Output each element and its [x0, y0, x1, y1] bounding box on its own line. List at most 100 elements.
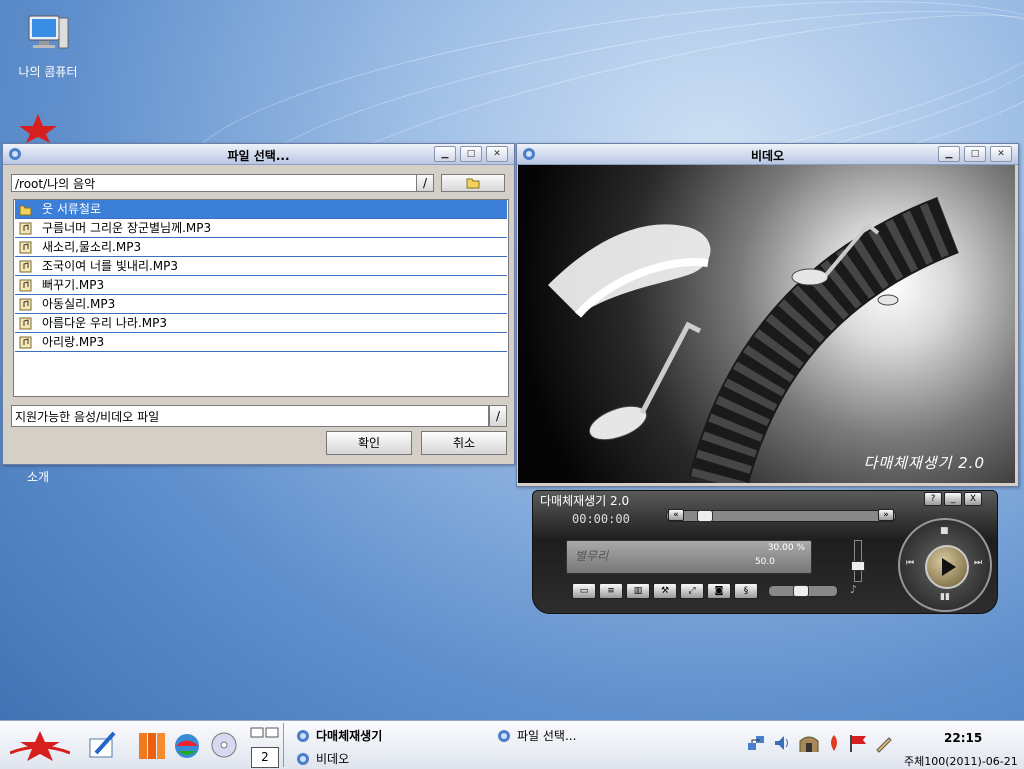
- close-icon: ✕: [493, 149, 501, 159]
- launcher-office[interactable]: [136, 729, 168, 764]
- list-item[interactable]: 아동실리.MP3: [15, 295, 507, 314]
- progress-percent: 30.00 %: [767, 543, 805, 553]
- video-window: 비데오 ▁ □ ✕ 다매체재생기 2.0: [516, 143, 1019, 487]
- rewind-button[interactable]: «: [668, 509, 684, 521]
- seek-bar[interactable]: [666, 510, 896, 522]
- audio-file-icon: [19, 298, 32, 310]
- audio-file-icon: [19, 336, 32, 348]
- red-star-icon: [9, 731, 71, 761]
- playlist-icon: ≡: [607, 586, 615, 596]
- player-minimize-button[interactable]: _: [944, 492, 962, 506]
- maximize-icon: □: [970, 149, 980, 159]
- pause-icon: ▮▮: [940, 592, 950, 602]
- flame-icon[interactable]: [826, 733, 842, 753]
- wrench-icon: ⚒: [660, 586, 670, 596]
- desktop-icon-intro-label-box: 소개: [0, 468, 83, 485]
- play-icon: [942, 558, 956, 576]
- list-item[interactable]: 아름다운 우리 나라.MP3: [15, 314, 507, 333]
- media-player: 다매체재생기 2.0 ? _ X 00:00:00 « » 별무리 30.00 …: [532, 490, 998, 614]
- close-icon: ✕: [997, 149, 1005, 159]
- filter-dropdown-button[interactable]: /: [489, 405, 507, 427]
- skin-button[interactable]: §: [734, 583, 758, 599]
- fast-forward-button[interactable]: »: [878, 509, 894, 521]
- player-close-button[interactable]: X: [964, 492, 982, 506]
- file-dialog-titlebar[interactable]: 파일 선택... ▁ □ ✕: [3, 144, 514, 165]
- globe-icon: [175, 734, 199, 758]
- launcher-editor[interactable]: [86, 729, 118, 764]
- close-button[interactable]: ✕: [990, 146, 1012, 162]
- pause-button[interactable]: ▮▮: [940, 592, 950, 602]
- equalizer-button[interactable]: ▥: [626, 583, 650, 599]
- task-media-player[interactable]: 다매체재생기: [296, 727, 382, 744]
- volume-handle[interactable]: [793, 585, 809, 597]
- volume-icon[interactable]: [772, 733, 792, 753]
- list-item[interactable]: 아리랑.MP3: [15, 333, 507, 352]
- video-window-titlebar[interactable]: 비데오 ▁ □ ✕: [517, 144, 1018, 165]
- rewind-icon: «: [673, 510, 679, 520]
- open-folder-icon: ▭: [579, 586, 589, 596]
- fast-forward-icon: »: [883, 510, 889, 520]
- balance-slider[interactable]: [851, 540, 865, 582]
- video-display[interactable]: 다매체재생기 2.0: [518, 165, 1015, 483]
- ok-button[interactable]: 확인: [326, 431, 412, 455]
- volume-slider[interactable]: [768, 585, 838, 597]
- help-icon: ?: [930, 494, 936, 504]
- logo-icon: §: [743, 586, 749, 596]
- close-button[interactable]: ✕: [486, 146, 508, 162]
- previous-button[interactable]: ⏮: [906, 558, 914, 568]
- fullscreen-button[interactable]: ⤢: [680, 583, 704, 599]
- fullscreen-icon: ⤢: [688, 586, 696, 596]
- desktop-icon-label: 소개: [26, 470, 50, 484]
- maximize-icon: □: [466, 149, 476, 159]
- file-name: 아동실리.MP3: [42, 297, 116, 311]
- settings-button[interactable]: ⚒: [653, 583, 677, 599]
- open-file-button[interactable]: ▭: [572, 583, 596, 599]
- dropdown-icon: /: [495, 409, 501, 423]
- list-item[interactable]: 조국이여 너를 빛내리.MP3: [15, 257, 507, 276]
- file-list[interactable]: 웃 서류철로 구름너머 그리운 장군별님께.MP3 새소리,물소리.MP3 조국…: [13, 199, 509, 397]
- clock-time[interactable]: 22:15: [944, 731, 982, 745]
- computer-icon: [3, 10, 93, 59]
- list-item[interactable]: 새소리,물소리.MP3: [15, 238, 507, 257]
- new-folder-button[interactable]: [441, 174, 505, 192]
- books-icon: [139, 733, 165, 759]
- task-label: 비데오: [316, 752, 350, 766]
- launcher-browser[interactable]: [174, 733, 200, 762]
- list-item[interactable]: 웃 서류철로: [15, 200, 507, 219]
- stop-button[interactable]: ■: [940, 526, 949, 536]
- path-input[interactable]: /root/나의 음악: [11, 174, 417, 192]
- balance-handle[interactable]: [851, 561, 865, 571]
- minimize-button[interactable]: ▁: [434, 146, 456, 162]
- cancel-button[interactable]: 취소: [421, 431, 507, 455]
- task-video[interactable]: 비데오: [296, 750, 349, 767]
- file-dialog-window: 파일 선택... ▁ □ ✕ /root/나의 음악 / 웃 서류철로 구름너머…: [2, 143, 515, 465]
- gate-icon[interactable]: [798, 733, 820, 753]
- red-flag-icon[interactable]: [848, 733, 868, 753]
- file-name: 뻐꾸기.MP3: [42, 278, 105, 292]
- task-label: 다매체재생기: [316, 729, 383, 743]
- maximize-button[interactable]: □: [964, 146, 986, 162]
- maximize-button[interactable]: □: [460, 146, 482, 162]
- seek-handle[interactable]: [697, 510, 713, 522]
- player-help-button[interactable]: ?: [924, 492, 942, 506]
- file-type-filter[interactable]: 지원가능한 음성/비데오 파일: [11, 405, 489, 427]
- play-button[interactable]: [925, 545, 969, 589]
- playlist-button[interactable]: ≡: [599, 583, 623, 599]
- network-icon[interactable]: [746, 733, 766, 753]
- snapshot-button[interactable]: ◙: [707, 583, 731, 599]
- pen-icon[interactable]: [874, 733, 894, 753]
- audio-file-icon: [19, 222, 32, 234]
- volume-readout: 50.0: [754, 557, 775, 567]
- next-button[interactable]: ⏭: [974, 558, 982, 568]
- task-label: 파일 선택...: [517, 729, 577, 743]
- list-item[interactable]: 뻐꾸기.MP3: [15, 276, 507, 295]
- list-item[interactable]: 구름너머 그리운 장군별님께.MP3: [15, 219, 507, 238]
- start-menu-button[interactable]: [9, 729, 71, 766]
- launcher-media[interactable]: [210, 731, 238, 762]
- task-file-dialog[interactable]: 파일 선택...: [497, 727, 576, 744]
- workspace-switcher-icon[interactable]: [250, 725, 280, 744]
- desktop-icon-my-computer[interactable]: 나의 콤퓨터: [3, 10, 93, 80]
- workspace-number[interactable]: 2: [251, 747, 279, 768]
- minimize-button[interactable]: ▁: [938, 146, 960, 162]
- path-dropdown-button[interactable]: /: [416, 174, 434, 192]
